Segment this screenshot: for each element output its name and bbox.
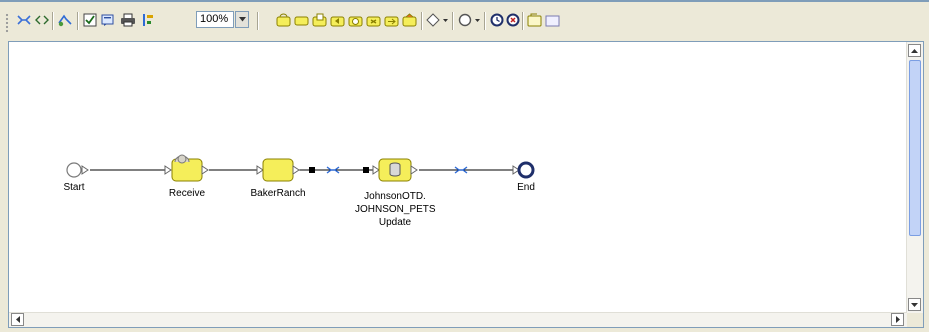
link-port [309, 167, 315, 173]
bakerranch-label: BakerRanch [250, 188, 306, 199]
toolbar-grip[interactable] [5, 13, 9, 33]
properties-icon[interactable] [100, 12, 116, 28]
select-icon[interactable] [16, 12, 32, 28]
zoom-value: 100% [200, 13, 229, 25]
horizontal-scrollbar[interactable] [9, 312, 907, 327]
zoom-combobox[interactable]: 100% [196, 11, 234, 28]
validate-icon[interactable] [82, 12, 98, 28]
toolbar-separator [52, 12, 54, 30]
chevron-up-icon [911, 48, 918, 53]
scope-icon[interactable] [527, 12, 543, 28]
throw-activity-icon[interactable] [366, 12, 382, 28]
toolbar-separator [77, 12, 79, 30]
toolbar-separator [522, 12, 524, 30]
receive-label: Receive [168, 188, 206, 199]
end-label: End [517, 182, 535, 193]
print-icon[interactable] [120, 12, 136, 28]
bakerranch-activity-node[interactable] [262, 158, 300, 182]
end-event-node [517, 161, 535, 179]
diagram-links [66, 154, 535, 182]
scroll-right-button[interactable] [891, 313, 904, 326]
code-icon[interactable] [34, 12, 50, 28]
johnsonotd-label-line: JohnsonOTD. [364, 191, 426, 202]
toolbar-separator [484, 12, 486, 30]
johnsonotd-activity-node[interactable] [378, 158, 418, 182]
receive-activity-icon[interactable] [276, 12, 292, 28]
scrollbar-corner [907, 313, 923, 327]
process-canvas-frame: Start Receive BakerRanch JohnsonOTD. JOH… [8, 41, 924, 328]
link-arrow [372, 165, 380, 175]
scroll-left-button[interactable] [11, 313, 24, 326]
while-icon[interactable] [545, 12, 561, 28]
chevron-down-icon [911, 302, 918, 307]
vertical-scroll-thumb[interactable] [909, 60, 921, 236]
invoke-activity-icon[interactable] [312, 12, 328, 28]
process-canvas[interactable]: Start Receive BakerRanch JohnsonOTD. JOH… [9, 42, 907, 313]
chevron-right-icon [895, 316, 900, 323]
align-icon[interactable] [140, 12, 156, 28]
toolbar-separator [421, 12, 423, 30]
window-top-border [0, 0, 929, 2]
terminate-icon[interactable] [505, 12, 521, 28]
decision-icon[interactable] [426, 12, 450, 28]
scroll-up-button[interactable] [908, 44, 921, 57]
zoom-dropdown-button[interactable] [235, 11, 249, 28]
toolbar-separator [452, 12, 454, 30]
timer-icon[interactable] [489, 12, 505, 28]
vertical-scrollbar[interactable] [906, 42, 923, 313]
event-icon[interactable] [458, 12, 482, 28]
link-arrow [164, 165, 172, 175]
start-output-port [81, 165, 89, 175]
empty-activity-icon[interactable] [402, 12, 418, 28]
chevron-left-icon [15, 316, 20, 323]
chevron-down-icon [238, 17, 246, 22]
assign-activity-icon[interactable] [294, 12, 310, 28]
link-arrow [256, 165, 264, 175]
scroll-down-button[interactable] [908, 298, 921, 311]
rebuild-icon[interactable] [57, 12, 73, 28]
johnsonotd-label-line: Update [378, 217, 412, 228]
compensate-activity-icon[interactable] [384, 12, 400, 28]
toolbar-separator [257, 12, 259, 30]
toolbar: 100% [0, 3, 929, 36]
johnsonotd-label: JohnsonOTD. JOHNSON_PETS Update [355, 190, 436, 229]
johnsonotd-label-line: JOHNSON_PETS [355, 204, 436, 215]
link-port [363, 167, 369, 173]
start-label: Start [63, 182, 85, 193]
reply-activity-icon[interactable] [330, 12, 346, 28]
start-event-node [66, 162, 82, 178]
receive-activity-node[interactable] [171, 154, 209, 182]
wait-activity-icon[interactable] [348, 12, 364, 28]
